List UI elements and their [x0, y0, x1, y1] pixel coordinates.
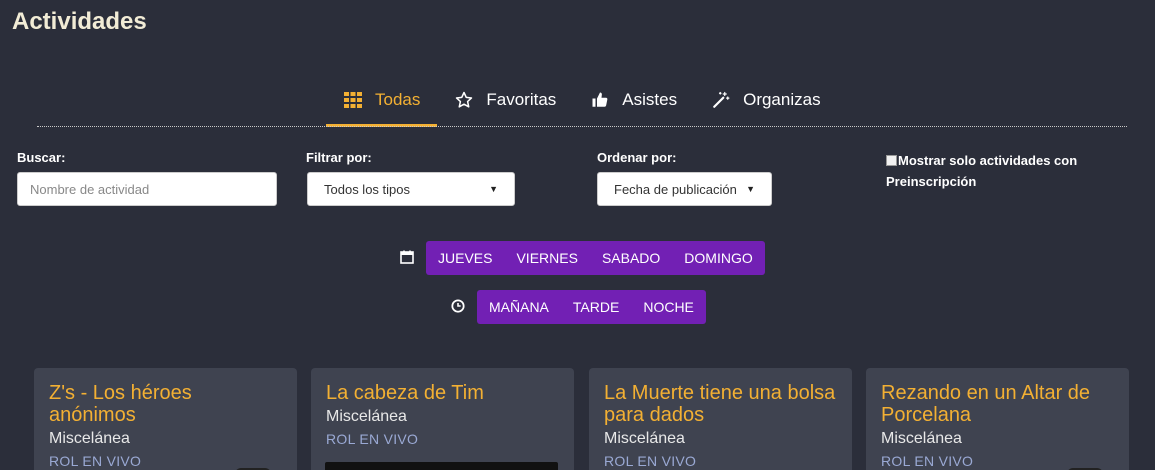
sort-select[interactable]: Fecha de publicación ▼ [597, 172, 772, 206]
tab-divider [37, 126, 1127, 127]
card-category: Miscelánea [604, 430, 685, 447]
card-category: Miscelánea [326, 408, 407, 425]
tab-asistes[interactable]: Asistes [573, 85, 694, 127]
time-button-manana[interactable]: MAÑANA [477, 290, 561, 324]
tab-favoritas[interactable]: Favoritas [437, 85, 573, 127]
tab-todas[interactable]: Todas [326, 85, 438, 127]
card-image [325, 462, 558, 470]
thumbs-up-icon [590, 90, 610, 110]
card-tag: ROL EN VIVO [604, 453, 697, 469]
clock-icon [451, 299, 467, 315]
card-tag: ROL EN VIVO [326, 431, 419, 447]
card-category: Miscelánea [49, 430, 130, 447]
grid-icon [343, 90, 363, 110]
search-input[interactable] [17, 172, 277, 206]
preinscription-label: Mostrar solo actividades con Preinscripc… [886, 153, 1078, 189]
tab-organizas[interactable]: Organizas [694, 85, 837, 127]
filter-select[interactable]: Todos los tipos ▼ [307, 172, 515, 206]
sort-label: Ordenar por: [597, 150, 677, 165]
card-title[interactable]: Z's - Los héroes anónimos [49, 382, 282, 426]
time-filter-group: MAÑANA TARDE NOCHE [477, 290, 706, 324]
calendar-icon [399, 249, 415, 265]
day-button-domingo[interactable]: DOMINGO [672, 241, 764, 275]
activity-card[interactable]: La cabeza de Tim Miscelánea ROL EN VIVO [311, 368, 574, 470]
day-filter-group: JUEVES VIERNES SABADO DOMINGO [426, 241, 765, 275]
time-button-noche[interactable]: NOCHE [631, 290, 706, 324]
activity-card[interactable]: Rezando en un Altar de Porcelana Miscelá… [866, 368, 1129, 470]
star-icon [454, 90, 474, 110]
preinscription-checkbox[interactable] [886, 155, 897, 166]
magic-wand-icon [711, 90, 731, 110]
time-button-tarde[interactable]: TARDE [561, 290, 631, 324]
tab-label: Favoritas [486, 90, 557, 109]
tab-label: Asistes [622, 90, 678, 109]
card-tag: ROL EN VIVO [881, 453, 974, 469]
preinscription-filter: Mostrar solo actividades con Preinscripc… [886, 150, 1106, 192]
activity-tabs: Todas Favoritas Asistes Organizas [326, 85, 838, 127]
chevron-down-icon: ▼ [489, 184, 498, 194]
filter-select-value: Todos los tipos [324, 181, 410, 197]
activity-card[interactable]: Z's - Los héroes anónimos Miscelánea ROL… [34, 368, 297, 470]
card-category: Miscelánea [881, 430, 962, 447]
filter-label: Filtrar por: [306, 150, 372, 165]
search-label: Buscar: [17, 150, 66, 165]
activity-card[interactable]: La Muerte tiene una bolsa para dados Mis… [589, 368, 852, 470]
day-button-sabado[interactable]: SABADO [590, 241, 672, 275]
chevron-down-icon: ▼ [746, 184, 755, 194]
card-tag: ROL EN VIVO [49, 453, 142, 469]
day-button-viernes[interactable]: VIERNES [504, 241, 589, 275]
sort-select-value: Fecha de publicación [614, 181, 737, 197]
tab-label: Todas [375, 90, 421, 109]
card-title[interactable]: La cabeza de Tim [326, 382, 559, 404]
tab-label: Organizas [743, 90, 821, 109]
day-button-jueves[interactable]: JUEVES [426, 241, 504, 275]
page-title: Actividades [12, 8, 147, 35]
card-title[interactable]: Rezando en un Altar de Porcelana [881, 382, 1114, 426]
card-title[interactable]: La Muerte tiene una bolsa para dados [604, 382, 837, 426]
